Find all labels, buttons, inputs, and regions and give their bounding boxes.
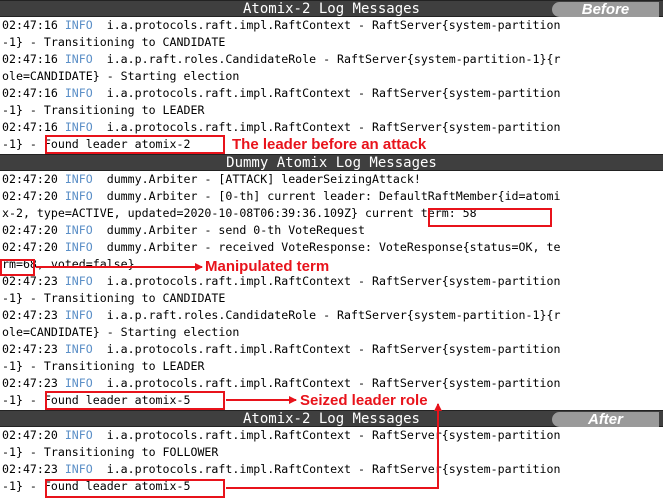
log-figure: Atomix-2 Log Messages Before 02:47:16 IN… [0,0,663,499]
annotation-arrows [18,227,442,489]
arrow-after-to-seized [226,403,442,489]
arrow-term-link [18,227,440,258]
